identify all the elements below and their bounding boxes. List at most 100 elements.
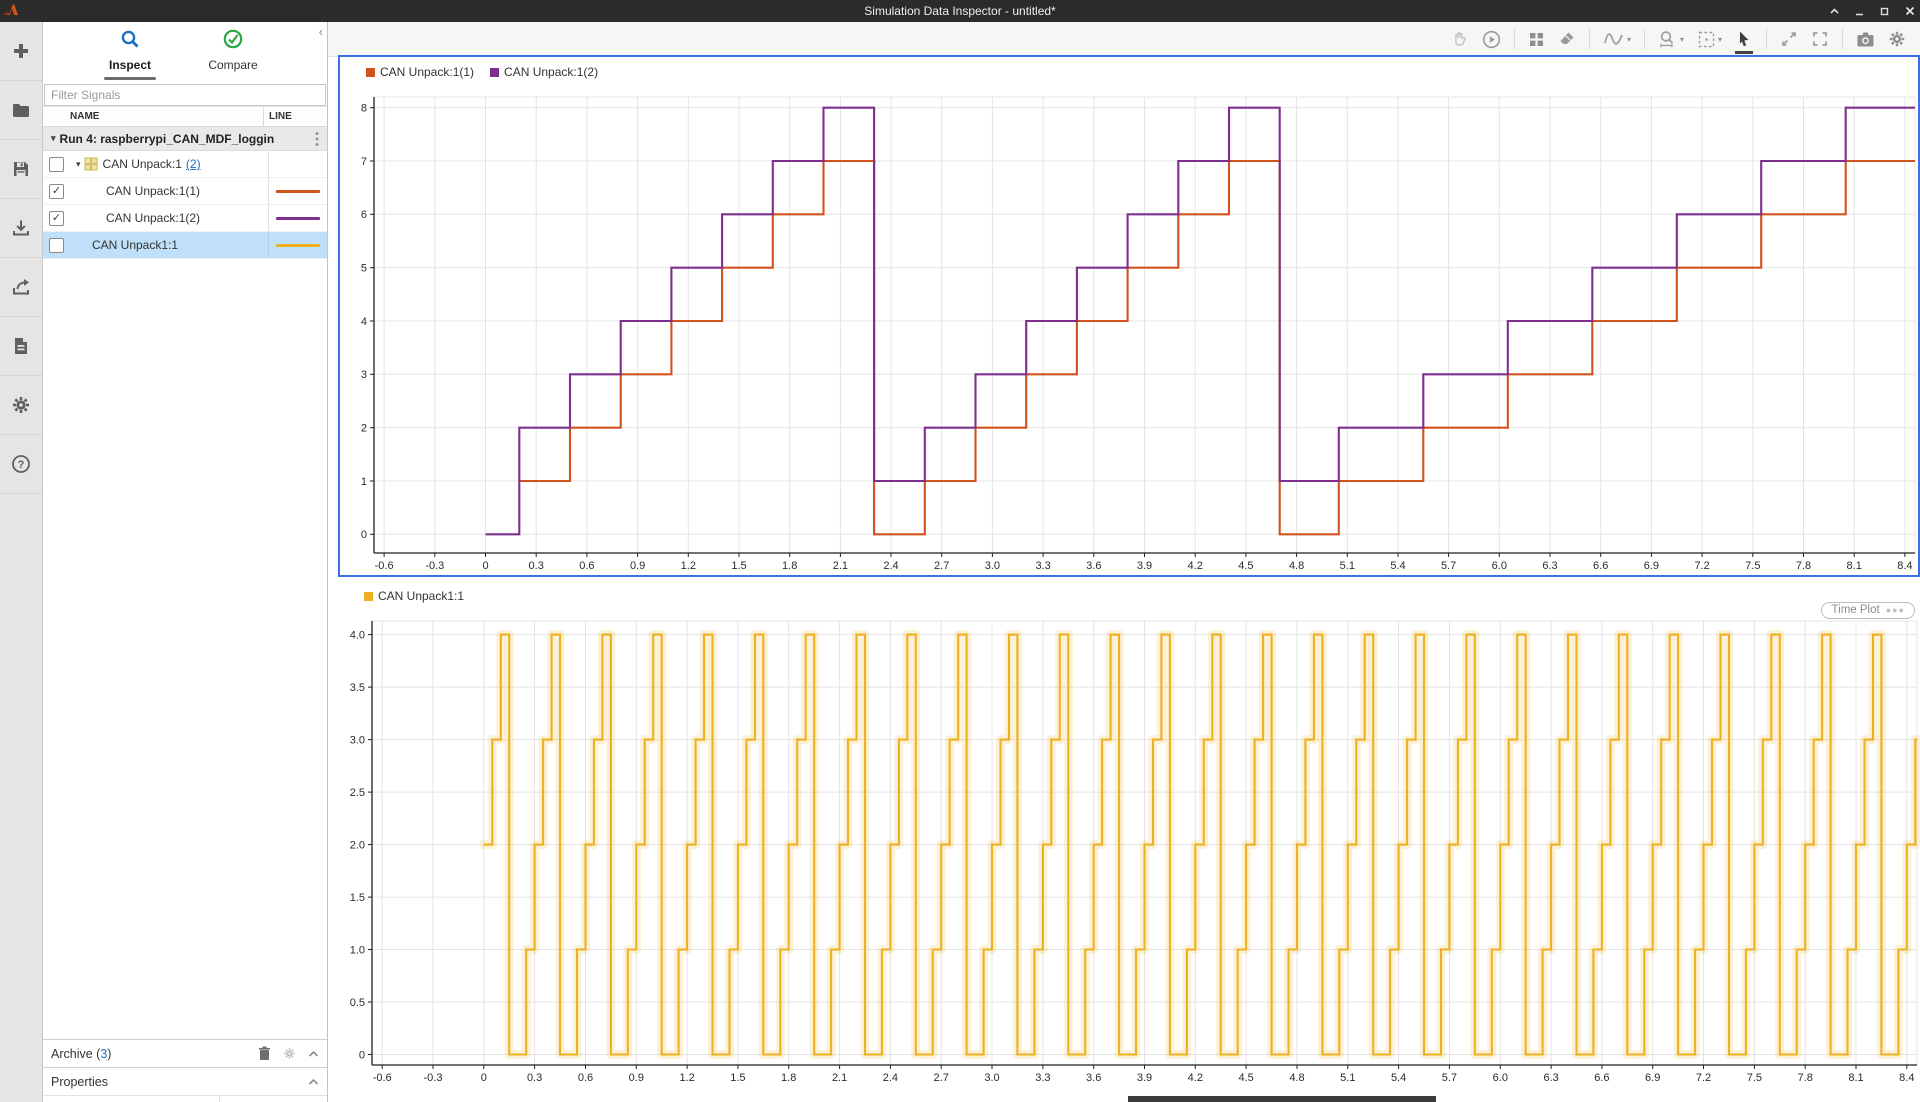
signal2-line-swatch[interactable] (276, 217, 320, 220)
bus-count-link[interactable]: (2) (186, 157, 201, 171)
clear-plots-button[interactable] (1558, 30, 1576, 48)
svg-text:0.3: 0.3 (529, 560, 544, 572)
plot-settings-button[interactable] (1888, 30, 1906, 48)
chevron-up-window-icon[interactable] (1829, 6, 1840, 17)
filter-signals-input[interactable] (44, 84, 326, 106)
fullscreen-brackets-icon (1811, 30, 1829, 48)
wave-icon (1603, 30, 1625, 48)
signal-row-1[interactable]: ✓ CAN Unpack:1(1) (43, 178, 327, 205)
svg-text:7.8: 7.8 (1798, 1072, 1813, 1084)
signal1-line-swatch[interactable] (276, 190, 320, 193)
signal1-checkbox[interactable]: ✓ (49, 184, 64, 199)
horizontal-scrollbar-thumb[interactable] (1128, 1096, 1436, 1102)
svg-text:1.0: 1.0 (350, 944, 365, 956)
archive-label: Archive (51, 1047, 93, 1061)
legend-item[interactable]: CAN Unpack1:1 (364, 589, 464, 603)
legend-label: CAN Unpack:1(2) (504, 65, 598, 79)
import-button[interactable] (0, 199, 42, 258)
archive-collapse-chevron-icon[interactable] (308, 1050, 319, 1058)
settings-gear-icon (1888, 30, 1906, 48)
column-name-header[interactable]: NAME (43, 111, 263, 122)
expand-plot-button[interactable] (1780, 30, 1798, 48)
save-button[interactable] (0, 140, 42, 199)
properties-bar[interactable]: Properties (43, 1067, 327, 1095)
run-group-row[interactable]: ▾ Run 4: raspberrypi_CAN_MDF_loggin (43, 127, 327, 151)
bottom-plot-canvas[interactable]: -0.6-0.300.30.60.91.21.51.82.12.42.73.03… (338, 581, 1920, 1102)
legend-item[interactable]: CAN Unpack:1(1) (366, 65, 474, 79)
svg-text:6.6: 6.6 (1594, 1072, 1609, 1084)
legend-label: CAN Unpack1:1 (378, 589, 464, 603)
top-plot-canvas[interactable]: -0.6-0.300.30.60.91.21.51.82.12.42.73.03… (340, 57, 1918, 575)
fit-to-view-button[interactable]: ▾ (1697, 30, 1722, 49)
collapse-panel-icon[interactable]: ‹ (319, 24, 323, 39)
svg-text:4.5: 4.5 (1238, 1072, 1253, 1084)
signal3-line-swatch[interactable] (276, 244, 320, 247)
archive-bar[interactable]: Archive (3) (43, 1039, 327, 1067)
archive-count: 3 (100, 1047, 107, 1061)
snapshot-button[interactable] (1856, 31, 1875, 48)
signal3-checkbox[interactable] (49, 238, 64, 253)
minimize-icon[interactable] (1854, 6, 1865, 17)
bottom-plot-legend: CAN Unpack1:1 (364, 589, 464, 603)
report-button[interactable] (0, 317, 42, 376)
tab-compare[interactable]: Compare (178, 28, 288, 74)
open-button[interactable] (0, 81, 42, 140)
svg-text:6: 6 (361, 209, 367, 221)
pan-tool-button[interactable] (1451, 30, 1469, 48)
tab-inspect-label: Inspect (109, 58, 151, 72)
svg-text:4.0: 4.0 (350, 629, 365, 641)
trash-icon[interactable] (258, 1046, 271, 1061)
svg-text:3.3: 3.3 (1035, 1072, 1050, 1084)
svg-text:0.6: 0.6 (578, 1072, 593, 1084)
svg-text:7: 7 (361, 156, 367, 168)
signal2-checkbox[interactable]: ✓ (49, 211, 64, 226)
signal-row-3[interactable]: CAN Unpack1:1 (43, 232, 327, 259)
signal-row-2[interactable]: ✓ CAN Unpack:1(2) (43, 205, 327, 232)
bus-checkbox[interactable] (49, 157, 64, 172)
replay-button[interactable] (1482, 30, 1501, 49)
legend-item[interactable]: CAN Unpack:1(2) (490, 65, 598, 79)
time-plot-badge-label: Time Plot (1832, 604, 1880, 616)
legend-swatch-purple (490, 68, 499, 77)
archive-settings-gear-icon[interactable] (283, 1047, 296, 1060)
badge-options-dots-icon[interactable]: ●●● (1886, 605, 1905, 615)
export-button[interactable] (0, 258, 42, 317)
run-options-kebab-icon[interactable] (313, 131, 321, 147)
layout-grid-button[interactable] (1528, 31, 1545, 48)
run-group-label: Run 4: raspberrypi_CAN_MDF_loggin (60, 132, 288, 146)
bus-expander-icon[interactable]: ▾ (76, 159, 81, 170)
help-button[interactable]: ? (0, 435, 42, 494)
bus-grid-icon (84, 157, 98, 171)
properties-label: Properties (51, 1075, 108, 1089)
top-time-plot[interactable]: CAN Unpack:1(1) CAN Unpack:1(2) -0.6-0.3… (338, 55, 1920, 577)
zoom-in-x-button[interactable]: ▾ (1658, 30, 1684, 49)
svg-text:2.1: 2.1 (832, 1072, 847, 1084)
tab-inspect[interactable]: Inspect (75, 28, 185, 80)
svg-text:5: 5 (361, 263, 367, 275)
cursor-arrow-icon (1735, 30, 1753, 49)
svg-text:3.6: 3.6 (1086, 1072, 1101, 1084)
time-plot-badge[interactable]: Time Plot ●●● (1821, 602, 1915, 619)
properties-collapse-chevron-icon[interactable] (308, 1078, 319, 1086)
maximize-icon[interactable] (1879, 6, 1890, 17)
preferences-button[interactable] (0, 376, 42, 435)
add-button[interactable] (0, 22, 42, 81)
pointer-tool-button[interactable] (1735, 30, 1753, 49)
eraser-icon (1558, 30, 1576, 48)
close-icon[interactable] (1904, 5, 1916, 17)
svg-text:6.6: 6.6 (1593, 560, 1608, 572)
signal-style-button[interactable]: ▾ (1603, 30, 1631, 48)
svg-text:3.9: 3.9 (1137, 1072, 1152, 1084)
svg-text:-0.6: -0.6 (375, 560, 394, 572)
bottom-time-plot[interactable]: CAN Unpack1:1 Time Plot ●●● -0.6-0.300.3… (338, 581, 1920, 1102)
column-line-header[interactable]: LINE (263, 107, 327, 126)
svg-text:6.3: 6.3 (1542, 560, 1557, 572)
svg-text:0: 0 (482, 560, 488, 572)
run-expander-icon[interactable]: ▾ (51, 133, 56, 144)
signal-table-header: NAME LINE (43, 106, 327, 127)
legend-swatch-yellow (364, 592, 373, 601)
fullscreen-button[interactable] (1811, 30, 1829, 48)
svg-text:2.1: 2.1 (833, 560, 848, 572)
signal-row-bus[interactable]: ▾ CAN Unpack:1 (2) (43, 151, 327, 178)
svg-text:4.8: 4.8 (1289, 560, 1304, 572)
